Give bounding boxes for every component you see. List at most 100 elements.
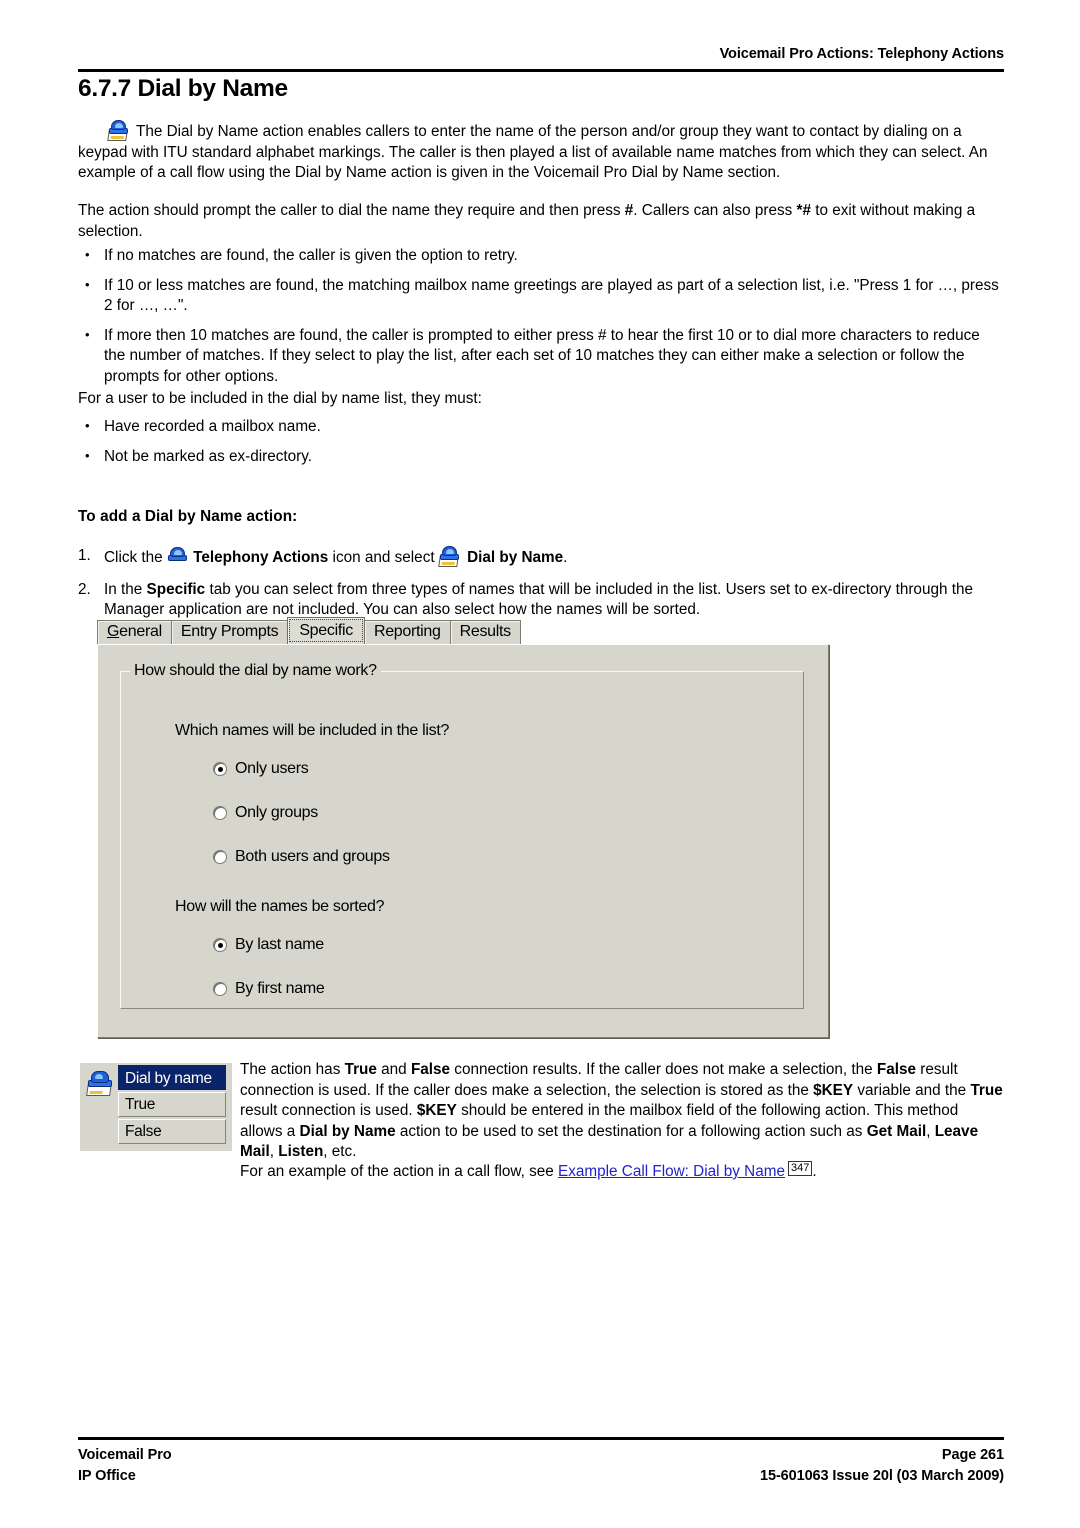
- example-link-trail: .: [812, 1163, 817, 1180]
- telephony-dial-by-name-icon: [107, 120, 132, 142]
- rt-k: , etc.: [323, 1143, 357, 1161]
- step-1-number: 1.: [78, 547, 91, 564]
- running-head: Voicemail Pro Actions: Telephony Actions: [719, 46, 1005, 62]
- rt-bold-key-2: $KEY: [416, 1102, 457, 1120]
- rt-h: action to be used to set the destination…: [395, 1122, 867, 1140]
- procedure-heading: To add a Dial by Name action:: [78, 508, 298, 525]
- list-item: If more then 10 matches are found, the c…: [78, 325, 1004, 388]
- step-1-bold-dial-by-name: Dial by Name: [467, 549, 564, 566]
- header-rule: [78, 69, 1004, 72]
- specific-tab-panel: How should the dial by name work? Which …: [97, 644, 829, 1038]
- results-description: The action has True and False connection…: [240, 1060, 1004, 1163]
- page-title: 6.7.7 Dial by Name: [78, 75, 288, 102]
- page-reference-badge: 347: [788, 1161, 813, 1176]
- key-hash: #: [624, 202, 634, 219]
- tab-general[interactable]: General: [97, 620, 172, 644]
- step-2-text-b: tab you can select from three types of n…: [104, 580, 973, 619]
- intro-p2-part-b: . Callers can also press: [633, 202, 797, 219]
- tab-general-label-rest: eneral: [119, 623, 162, 640]
- radio-only-users-label: Only users: [235, 760, 309, 777]
- dial-by-name-icon: [86, 1070, 116, 1098]
- tab-reporting-accel: g: [432, 623, 441, 640]
- example-call-flow-link[interactable]: Example Call Flow: Dial by Name: [558, 1163, 785, 1180]
- document-page: Voicemail Pro Actions: Telephony Actions…: [0, 0, 1080, 1528]
- radio-by-last-name-indicator[interactable]: [213, 938, 227, 952]
- rt-bold-key-1: $KEY: [813, 1081, 854, 1099]
- node-title: Dial by name: [118, 1065, 226, 1090]
- intro-paragraph-2: The action should prompt the caller to d…: [78, 201, 1004, 242]
- radio-only-groups-label: Only groups: [235, 804, 318, 821]
- footer-product: Voicemail Pro: [78, 1447, 172, 1463]
- rt-e: variable and the: [853, 1081, 971, 1099]
- step-2-number: 2.: [78, 580, 91, 598]
- rt-c: connection results. If the caller does n…: [450, 1061, 877, 1078]
- radio-both-users-and-groups-indicator[interactable]: [213, 850, 227, 864]
- question-how-sorted: How will the names be sorted?: [175, 898, 385, 915]
- tab-reporting-label-start: Reportin: [373, 623, 433, 640]
- radio-by-first-name-indicator[interactable]: [213, 982, 227, 996]
- step-1-bold-telephony-actions: Telephony Actions: [193, 549, 329, 566]
- radio-both-users-and-groups[interactable]: Both users and groups: [213, 848, 390, 866]
- rt-a: The action has: [240, 1061, 345, 1078]
- groupbox-legend: How should the dial by name work?: [130, 661, 381, 681]
- rt-bold-dial-by-name: Dial by Name: [299, 1122, 396, 1140]
- tab-specific[interactable]: Specific: [287, 617, 365, 644]
- list-item: If no matches are found, the caller is g…: [78, 245, 1004, 267]
- dial-by-name-properties-dialog: General Entry Prompts Specific Reporting…: [97, 617, 829, 1038]
- node-rows: Dial by name True False: [118, 1065, 226, 1144]
- inclusion-lead-in: For a user to be included in the dial by…: [78, 390, 482, 407]
- radio-by-last-name[interactable]: By last name: [213, 936, 324, 954]
- footer-platform: IP Office: [78, 1468, 136, 1484]
- node-row-false: False: [118, 1119, 226, 1144]
- tab-reporting[interactable]: Reporting: [363, 620, 451, 644]
- step-1-text-c: .: [563, 549, 568, 566]
- footer-document-id: 15-601063 Issue 20l (03 March 2009): [760, 1468, 1004, 1484]
- rt-bold-true-2: True: [970, 1081, 1003, 1099]
- radio-only-groups-indicator[interactable]: [213, 806, 227, 820]
- procedure-step-1: 1. Click the Telephony Actions icon and s…: [78, 546, 1004, 569]
- dial-by-name-icon: [438, 546, 463, 568]
- intro-paragraph-1: The Dial by Name action enables callers …: [78, 120, 1004, 184]
- telephony-actions-icon: [167, 547, 189, 567]
- key-star-hash: *#: [796, 202, 811, 219]
- tab-entry-prompts[interactable]: Entry Prompts: [170, 620, 289, 644]
- question-which-names: Which names will be included in the list…: [175, 722, 450, 739]
- rt-bold-get-mail: Get Mail: [866, 1122, 927, 1140]
- radio-by-last-name-label: By last name: [235, 936, 324, 953]
- example-call-flow-line: For an example of the action in a call f…: [240, 1161, 1004, 1183]
- intro-paragraph-1-text: The Dial by Name action enables callers …: [78, 123, 988, 182]
- footer-page-number: Page 261: [941, 1447, 1004, 1463]
- rt-b: and: [376, 1061, 411, 1078]
- radio-only-users[interactable]: Only users: [213, 760, 309, 778]
- radio-only-groups[interactable]: Only groups: [213, 804, 318, 822]
- footer-row-1: Voicemail Pro Page 261: [78, 1445, 1004, 1466]
- node-row-true: True: [118, 1092, 226, 1117]
- footer-row-2: IP Office 15-601063 Issue 20l (03 March …: [78, 1466, 1004, 1487]
- dial-by-name-node-graphic: Dial by name True False: [80, 1063, 232, 1151]
- radio-only-users-indicator[interactable]: [213, 762, 227, 776]
- step-2-text-a: In the: [104, 580, 147, 598]
- rt-bold-false-1: False: [410, 1061, 451, 1078]
- page-footer: Voicemail Pro Page 261 IP Office 15-6010…: [78, 1445, 1004, 1487]
- rt-j: ,: [269, 1143, 279, 1161]
- list-item: Have recorded a mailbox name.: [78, 416, 1004, 438]
- list-item: Not be marked as ex-directory.: [78, 446, 1004, 468]
- rt-bold-false-2: False: [876, 1061, 917, 1078]
- tab-general-accel: G: [107, 623, 120, 640]
- dial-by-name-groupbox: How should the dial by name work? Which …: [120, 661, 804, 1009]
- rt-i: ,: [926, 1122, 935, 1140]
- example-link-lead: For an example of the action in a call f…: [240, 1163, 559, 1180]
- rt-bold-true-1: True: [344, 1061, 377, 1078]
- radio-by-first-name[interactable]: By first name: [213, 980, 325, 998]
- rt-f: result connection is used.: [240, 1102, 417, 1120]
- tab-results[interactable]: Results: [449, 620, 521, 644]
- radio-both-users-and-groups-label: Both users and groups: [235, 848, 390, 865]
- rt-bold-listen: Listen: [278, 1143, 324, 1161]
- behavior-bullet-list: If no matches are found, the caller is g…: [78, 245, 1004, 397]
- footer-rule: [78, 1437, 1004, 1440]
- list-item: If 10 or less matches are found, the mat…: [78, 275, 1004, 317]
- step-2-bold-specific: Specific: [146, 580, 206, 598]
- radio-by-first-name-label: By first name: [235, 980, 325, 997]
- step-1-text-a: Click the: [104, 549, 167, 566]
- step-1-text-b: icon and select: [328, 549, 439, 566]
